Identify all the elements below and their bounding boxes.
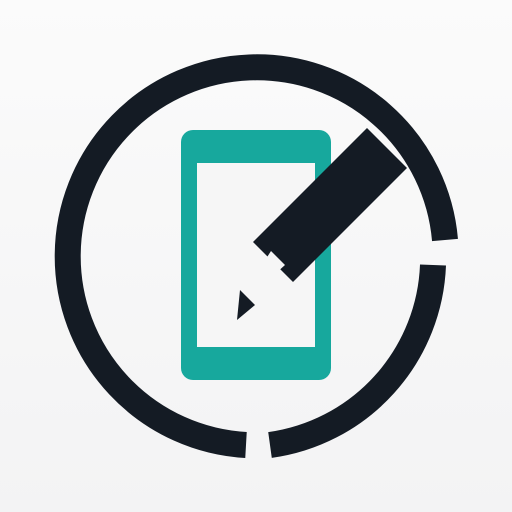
phone-edit-icon — [54, 54, 458, 458]
app-icon — [0, 0, 512, 512]
